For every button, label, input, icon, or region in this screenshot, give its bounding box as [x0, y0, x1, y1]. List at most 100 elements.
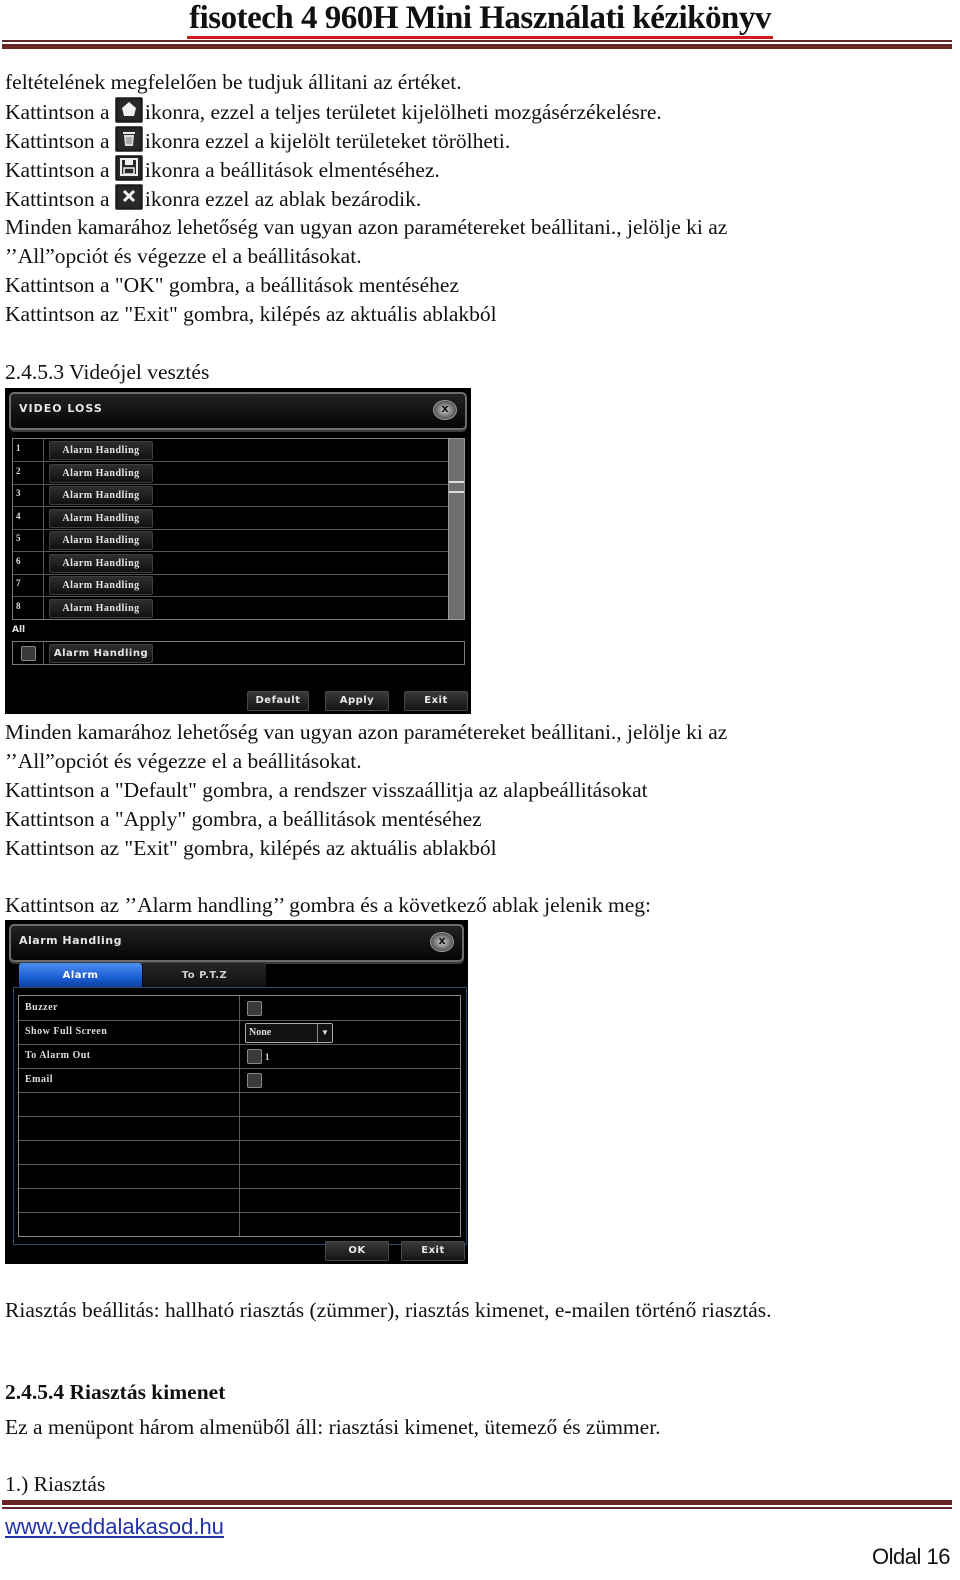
empty-row [19, 1212, 460, 1236]
empty-row [19, 1164, 460, 1189]
empty-row [19, 1140, 460, 1165]
alarm-handling-button[interactable]: Alarm Handling [49, 463, 153, 483]
email-checkbox[interactable] [247, 1073, 262, 1088]
setting-label: To Alarm Out [25, 1050, 91, 1061]
line-prefix: Kattintson a [5, 158, 110, 182]
page-number: Oldal 16 [872, 1544, 950, 1569]
empty-row [19, 1188, 460, 1213]
alarm-handling-button[interactable]: Alarm Handling [49, 531, 153, 550]
instruction-line-close: Kattintson a ikonra ezzel az ablak bezár… [5, 184, 421, 213]
paragraph-line: Kattintson a "Default" gombra, a rendsze… [5, 778, 648, 802]
alarm-out-number: 1 [265, 1052, 270, 1062]
tab-to-ptz[interactable]: To P.T.Z [143, 963, 266, 987]
column-divider [43, 642, 44, 664]
paragraph-line: ’’All”opciót és végezze el a beállitások… [5, 749, 362, 773]
window-titlebar: Alarm Handling x [9, 924, 464, 962]
line-prefix: Kattintson a [5, 129, 110, 153]
footer-divider [2, 1500, 952, 1509]
list-item: 1.) Riasztás [5, 1472, 106, 1496]
channel-number: 5 [16, 533, 21, 543]
line-text: ikonra ezzel a kijelölt területeket törö… [144, 129, 511, 153]
chevron-down-icon[interactable]: ▼ [317, 1024, 332, 1042]
setting-row-show-full-screen: Show Full Screen None ▼ [19, 1020, 460, 1045]
alarm-handling-button[interactable]: Alarm Handling [49, 598, 153, 618]
channel-number: 1 [16, 443, 21, 453]
table-row: 5 Alarm Handling [13, 529, 451, 552]
table-row: 8 Alarm Handling [13, 597, 451, 619]
line-prefix: Kattintson a [5, 187, 110, 211]
table-row: 2 Alarm Handling [13, 462, 451, 485]
setting-label: Email [25, 1074, 54, 1085]
line-prefix: Kattintson a [5, 100, 110, 124]
section-heading-video-loss: 2.4.5.3 Videójel vesztés [5, 360, 210, 384]
exit-button[interactable]: Exit [401, 1241, 465, 1261]
empty-row [19, 1116, 460, 1141]
setting-row-to-alarm-out: To Alarm Out 1 [19, 1044, 460, 1069]
paragraph-line: Kattintson az ’’Alarm handling’’ gombra … [5, 893, 651, 917]
tab-alarm[interactable]: Alarm [19, 963, 142, 987]
setting-row-email: Email [19, 1068, 460, 1093]
website-link[interactable]: www.veddalakasod.hu [5, 1514, 224, 1540]
document-header-title: fisotech 4 960H Mini Használati kéziköny… [0, 0, 960, 39]
table-row: 6 Alarm Handling [13, 552, 451, 575]
apply-button[interactable]: Apply [325, 691, 389, 711]
instruction-line-save: Kattintson a ikonra a beállitások elment… [5, 155, 440, 184]
alarm-handling-button[interactable]: Alarm Handling [49, 508, 153, 528]
alarm-handling-all-button[interactable]: Alarm Handling [49, 644, 153, 663]
header-divider [2, 40, 952, 49]
instruction-line-delete: Kattintson a ikonra ezzel a kijelölt ter… [5, 126, 510, 155]
line-text: ikonra ezzel az ablak bezárodik. [144, 187, 422, 211]
channel-number: 6 [16, 555, 21, 566]
table-row: 1 Alarm Handling [13, 439, 451, 462]
show-full-screen-select[interactable]: None ▼ [245, 1023, 333, 1043]
channel-number: 7 [16, 578, 21, 588]
setting-label: Show Full Screen [25, 1026, 108, 1037]
section-heading-alarm-out: 2.4.5.4 Riasztás kimenet [5, 1380, 226, 1404]
select-value: None [249, 1027, 272, 1038]
close-button[interactable]: x [433, 400, 457, 420]
table-row: 7 Alarm Handling [13, 574, 451, 597]
all-channels-row: Alarm Handling [12, 641, 465, 665]
alarm-handling-button[interactable]: Alarm Handling [49, 441, 153, 460]
paragraph-line: Kattintson az "Exit" gombra, kilépés az … [5, 302, 497, 326]
paragraph-line: Minden kamarához lehetőség van ugyan azo… [5, 215, 728, 239]
default-button[interactable]: Default [247, 691, 309, 711]
line-text: ikonra, ezzel a teljes területet kijelöl… [144, 100, 662, 124]
paragraph-line: Kattintson a "OK" gombra, a beállitások … [5, 273, 459, 297]
ok-button[interactable]: OK [325, 1241, 389, 1261]
window-titlebar: VIDEO LOSS x [9, 392, 467, 430]
alarm-handling-button[interactable]: Alarm Handling [49, 576, 153, 595]
all-channels-label: All [12, 625, 26, 635]
close-x-icon [114, 184, 143, 210]
paragraph-line: ’’All”opciót és végezze el a beállitások… [5, 244, 362, 268]
channel-number: 8 [16, 600, 21, 611]
table-row: 3 Alarm Handling [13, 484, 451, 507]
window-title: VIDEO LOSS [19, 402, 103, 415]
video-loss-channel-table: 1 Alarm Handling 2 Alarm Handling 3 Alarm H… [12, 438, 452, 620]
paragraph-line: Kattintson a "Apply" gombra, a beállitás… [5, 807, 482, 831]
instruction-line-select-all: Kattintson a ikonra, ezzel a teljes terü… [5, 97, 662, 126]
scrollbar-grip[interactable] [449, 481, 464, 493]
buzzer-checkbox[interactable] [247, 1001, 262, 1016]
vertical-scrollbar[interactable] [448, 438, 465, 620]
save-floppy-icon [114, 155, 143, 181]
alarm-handling-button[interactable]: Alarm Handling [49, 553, 153, 573]
channel-number: 3 [16, 488, 21, 498]
all-channels-checkbox[interactable] [21, 646, 36, 661]
paragraph-line: feltételének megfelelően be tudjuk állit… [5, 70, 462, 94]
channel-number: 2 [16, 465, 21, 476]
alarm-out-checkbox[interactable] [247, 1049, 262, 1064]
alarm-settings-grid: Buzzer Show Full Screen None ▼ To Alarm O… [18, 995, 461, 1237]
paragraph-line: Kattintson az "Exit" gombra, kilépés az … [5, 836, 497, 860]
close-button[interactable]: x [430, 932, 454, 952]
exit-button[interactable]: Exit [404, 691, 468, 711]
window-title: Alarm Handling [19, 934, 123, 947]
close-icon: x [441, 402, 449, 415]
line-text: ikonra a beállitások elmentéséhez. [144, 158, 440, 182]
paragraph-line: Minden kamarához lehetőség van ugyan azo… [5, 720, 728, 744]
paragraph-line: Ez a menüpont három almenüből áll: riasz… [5, 1415, 661, 1439]
header-title-text: fisotech 4 960H Mini Használati kéziköny… [187, 0, 773, 39]
alarm-handling-button[interactable]: Alarm Handling [49, 486, 153, 505]
channel-number: 4 [16, 510, 21, 521]
paragraph-line: Riasztás beállitás: hallható riasztás (z… [5, 1298, 772, 1322]
